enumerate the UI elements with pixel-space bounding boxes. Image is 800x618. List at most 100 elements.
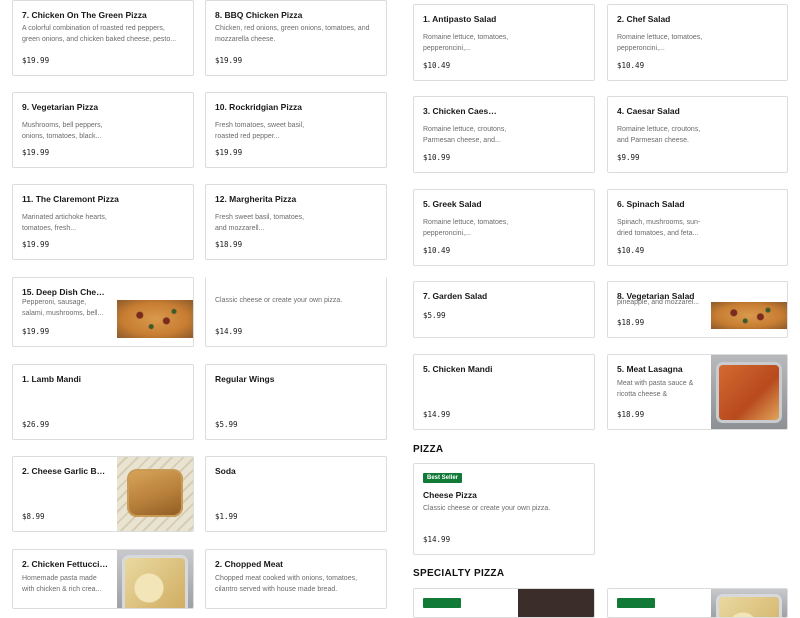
menu-item-card[interactable]: 8. Vegetarian Salad pineapple, and mozza… bbox=[607, 281, 788, 338]
item-price: $1.99 bbox=[215, 512, 238, 521]
item-title: 2. Chef Salad bbox=[617, 14, 671, 24]
pizza-photo bbox=[518, 589, 594, 617]
item-description: Chicken, red onions, green onions, tomat… bbox=[215, 25, 370, 43]
featured-item-card[interactable]: Best Seller Cheese Pizza Classic cheese … bbox=[413, 463, 595, 555]
vegetarian-salad-photo bbox=[711, 302, 787, 329]
item-description: Marinated artichoke hearts, tomatoes, fr… bbox=[22, 214, 107, 232]
item-title: 1. Lamb Mandi bbox=[22, 374, 82, 384]
menu-item-card[interactable]: 10. Rockridgian Pizza Fresh tomatoes, sw… bbox=[205, 92, 387, 168]
item-title: Soda bbox=[215, 466, 236, 476]
section-title-specialty-pizza: SPECIALTY PIZZA bbox=[413, 568, 505, 579]
item-price: $10.49 bbox=[423, 61, 451, 70]
menu-item-card[interactable]: 2. Chicken Fettuccine Homemade pasta mad… bbox=[12, 549, 194, 609]
item-title: Regular Wings bbox=[215, 374, 275, 384]
item-title: 11. The Claremont Pizza bbox=[22, 194, 119, 204]
item-description: Romaine lettuce, croutons, Parmesan chee… bbox=[423, 126, 507, 144]
item-title: 12. Margherita Pizza bbox=[215, 194, 297, 204]
item-title: 2. Chopped Meat bbox=[215, 559, 284, 569]
item-title: 6. Spinach Salad bbox=[617, 199, 685, 209]
item-description: Fresh tomatoes, sweet basil, roasted red… bbox=[215, 122, 305, 140]
item-description: Romaine lettuce, tomatoes, pepperoncini,… bbox=[423, 219, 509, 237]
item-price: $26.99 bbox=[22, 420, 50, 429]
item-description: Homemade pasta made with chicken & rich … bbox=[22, 575, 102, 593]
menu-item-card[interactable]: 12. Margherita Pizza Fresh sweet basil, … bbox=[205, 184, 387, 260]
item-price: $9.99 bbox=[617, 153, 640, 162]
deep-dish-pizza-photo bbox=[117, 300, 193, 338]
item-description: Meat with pasta sauce & ricotta cheese &… bbox=[617, 380, 694, 398]
item-description: Classic cheese or create your own pizza. bbox=[215, 297, 343, 304]
item-title: 5. Meat Lasagna bbox=[617, 364, 683, 374]
item-description: Spinach, mushrooms, sun-dried tomatoes, … bbox=[617, 219, 701, 237]
menu-item-card[interactable]: 5. Meat Lasagna Meat with pasta sauce & … bbox=[607, 354, 788, 430]
item-price: $19.99 bbox=[215, 56, 243, 65]
menu-item-card[interactable]: 1. Lamb Mandi $26.99 bbox=[12, 364, 194, 440]
item-price: $10.49 bbox=[617, 246, 645, 255]
item-title: 5. Chicken Mandi bbox=[423, 364, 493, 374]
item-title: 4. Caesar Salad bbox=[617, 106, 680, 116]
item-title: 10. Rockridgian Pizza bbox=[215, 102, 302, 112]
garlic-bread-photo bbox=[117, 457, 193, 531]
lasagna-photo bbox=[711, 355, 787, 429]
item-description: Mushrooms, bell peppers, onions, tomatoe… bbox=[22, 122, 103, 140]
item-description: Classic cheese or create your own pizza. bbox=[423, 505, 551, 512]
item-price: $19.99 bbox=[22, 56, 50, 65]
item-title: 7. Chicken On The Green Pizza bbox=[22, 10, 147, 20]
item-price: $14.99 bbox=[423, 535, 451, 544]
item-price: $19.99 bbox=[22, 148, 50, 157]
item-price: $14.99 bbox=[423, 410, 451, 419]
menu-item-card[interactable]: 1. Antipasto Salad Romaine lettuce, toma… bbox=[413, 4, 595, 81]
menu-item-card[interactable]: Regular Wings $5.99 bbox=[205, 364, 387, 440]
item-title: 8. BBQ Chicken Pizza bbox=[215, 10, 303, 20]
item-title: 3. Chicken Caesar... bbox=[423, 106, 498, 116]
item-title: Cheese Pizza bbox=[423, 490, 477, 500]
menu-item-card[interactable] bbox=[607, 588, 788, 618]
item-title: 7. Garden Salad bbox=[423, 291, 488, 301]
item-description: A colorful combination of roasted red pe… bbox=[22, 25, 177, 43]
item-title: 5. Greek Salad bbox=[423, 199, 482, 209]
item-price: $19.99 bbox=[22, 327, 50, 336]
fettuccine-photo bbox=[117, 550, 193, 608]
menu-item-card[interactable]: 15. Deep Dish Cheese... Pepperoni, sausa… bbox=[12, 277, 194, 347]
menu-item-card[interactable]: 7. Chicken On The Green Pizza A colorful… bbox=[12, 0, 194, 76]
menu-item-card[interactable]: 2. Chopped Meat Chopped meat cooked with… bbox=[205, 549, 387, 609]
item-title: 1. Antipasto Salad bbox=[423, 14, 497, 24]
menu-item-card[interactable]: Soda $1.99 bbox=[205, 456, 387, 532]
item-title: 15. Deep Dish Cheese... bbox=[22, 287, 108, 297]
menu-item-card[interactable]: 4. Caesar Salad Romaine lettuce, crouton… bbox=[607, 96, 788, 173]
item-description: pineapple, and mozzarel... bbox=[617, 299, 700, 306]
menu-item-card[interactable]: 2. Cheese Garlic Bread $8.99 bbox=[12, 456, 194, 532]
menu-item-card[interactable]: 11. The Claremont Pizza Marinated artich… bbox=[12, 184, 194, 260]
item-price: $8.99 bbox=[22, 512, 45, 521]
item-title: 2. Chicken Fettuccine bbox=[22, 559, 108, 569]
menu-item-card[interactable]: 5. Greek Salad Romaine lettuce, tomatoes… bbox=[413, 189, 595, 266]
item-price: $14.99 bbox=[215, 327, 243, 336]
best-seller-badge: Best Seller bbox=[423, 473, 463, 483]
menu-item-card[interactable] bbox=[413, 588, 595, 618]
item-price: $19.99 bbox=[215, 148, 243, 157]
item-description: Fresh sweet basil, tomatoes, and mozzare… bbox=[215, 214, 305, 232]
item-description: Romaine lettuce, tomatoes, pepperoncini,… bbox=[423, 34, 509, 52]
item-price: $18.99 bbox=[617, 318, 645, 327]
item-price: $5.99 bbox=[215, 420, 238, 429]
item-price: $18.99 bbox=[617, 410, 645, 419]
item-description: Romaine lettuce, tomatoes, pepperoncini,… bbox=[617, 34, 703, 52]
item-price: $5.99 bbox=[423, 311, 446, 320]
item-title: 9. Vegetarian Pizza bbox=[22, 102, 99, 112]
menu-item-card[interactable]: Classic cheese or create your own pizza.… bbox=[205, 277, 387, 347]
item-price: $19.99 bbox=[22, 240, 50, 249]
menu-item-card[interactable]: 7. Garden Salad $5.99 bbox=[413, 281, 595, 338]
item-price: $10.49 bbox=[423, 246, 451, 255]
item-price: $10.49 bbox=[617, 61, 645, 70]
menu-item-card[interactable]: 3. Chicken Caesar... Romaine lettuce, cr… bbox=[413, 96, 595, 173]
menu-item-card[interactable]: 9. Vegetarian Pizza Mushrooms, bell pepp… bbox=[12, 92, 194, 168]
item-description: Romaine lettuce, croutons, and Parmesan … bbox=[617, 126, 701, 144]
pizza-photo bbox=[711, 589, 787, 617]
item-price: $10.99 bbox=[423, 153, 451, 162]
menu-item-card[interactable]: 6. Spinach Salad Spinach, mushrooms, sun… bbox=[607, 189, 788, 266]
menu-item-card[interactable]: 5. Chicken Mandi $14.99 bbox=[413, 354, 595, 430]
item-title: 2. Cheese Garlic Bread bbox=[22, 466, 108, 476]
section-title-pizza: PIZZA bbox=[413, 444, 444, 455]
menu-item-card[interactable]: 8. BBQ Chicken Pizza Chicken, red onions… bbox=[205, 0, 387, 76]
item-price: $18.99 bbox=[215, 240, 243, 249]
menu-item-card[interactable]: 2. Chef Salad Romaine lettuce, tomatoes,… bbox=[607, 4, 788, 81]
